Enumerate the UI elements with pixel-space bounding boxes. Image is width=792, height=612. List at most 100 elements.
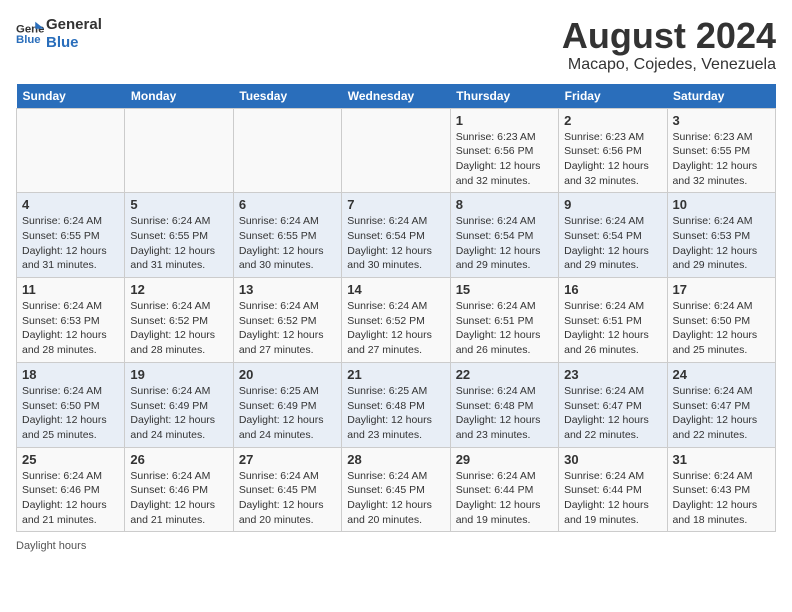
day-number: 12 [130, 282, 227, 297]
calendar-cell [125, 108, 233, 193]
logo-general: General [46, 16, 102, 34]
day-info: Sunrise: 6:24 AM Sunset: 6:50 PM Dayligh… [673, 299, 770, 358]
calendar-cell [17, 108, 125, 193]
day-header-monday: Monday [125, 84, 233, 109]
day-info: Sunrise: 6:24 AM Sunset: 6:51 PM Dayligh… [456, 299, 553, 358]
day-number: 19 [130, 367, 227, 382]
day-info: Sunrise: 6:24 AM Sunset: 6:44 PM Dayligh… [564, 469, 661, 528]
day-number: 6 [239, 197, 336, 212]
day-info: Sunrise: 6:24 AM Sunset: 6:48 PM Dayligh… [456, 384, 553, 443]
title-block: August 2024 Macapo, Cojedes, Venezuela [562, 16, 776, 74]
day-info: Sunrise: 6:24 AM Sunset: 6:54 PM Dayligh… [456, 214, 553, 273]
day-number: 3 [673, 113, 770, 128]
day-info: Sunrise: 6:23 AM Sunset: 6:56 PM Dayligh… [456, 130, 553, 189]
day-info: Sunrise: 6:24 AM Sunset: 6:51 PM Dayligh… [564, 299, 661, 358]
week-row-1: 1 Sunrise: 6:23 AM Sunset: 6:56 PM Daylig… [17, 108, 776, 193]
calendar-cell: 24Sunrise: 6:24 AM Sunset: 6:47 PM Dayli… [667, 362, 775, 447]
day-number: 1 [456, 113, 553, 128]
days-header-row: SundayMondayTuesdayWednesdayThursdayFrid… [17, 84, 776, 109]
calendar-cell: 31Sunrise: 6:24 AM Sunset: 6:43 PM Dayli… [667, 447, 775, 532]
calendar-cell [233, 108, 341, 193]
day-header-wednesday: Wednesday [342, 84, 450, 109]
day-info: Sunrise: 6:23 AM Sunset: 6:55 PM Dayligh… [673, 130, 770, 189]
day-number: 16 [564, 282, 661, 297]
calendar-cell: 13 Sunrise: 6:24 AM Sunset: 6:52 PM Dayli… [233, 278, 341, 363]
day-info: Sunrise: 6:24 AM Sunset: 6:49 PM Dayligh… [130, 384, 227, 443]
day-info: Sunrise: 6:24 AM Sunset: 6:52 PM Dayligh… [239, 299, 336, 358]
day-number: 22 [456, 367, 553, 382]
day-info: Sunrise: 6:24 AM Sunset: 6:50 PM Dayligh… [22, 384, 119, 443]
day-info: Sunrise: 6:24 AM Sunset: 6:47 PM Dayligh… [673, 384, 770, 443]
calendar-cell: 6 Sunrise: 6:24 AM Sunset: 6:55 PM Daylig… [233, 193, 341, 278]
day-info: Sunrise: 6:24 AM Sunset: 6:46 PM Dayligh… [130, 469, 227, 528]
calendar-cell: 17 Sunrise: 6:24 AM Sunset: 6:50 PM Dayli… [667, 278, 775, 363]
footer-note: Daylight hours [16, 540, 776, 552]
day-info: Sunrise: 6:24 AM Sunset: 6:45 PM Dayligh… [239, 469, 336, 528]
day-number: 25 [22, 452, 119, 467]
day-info: Sunrise: 6:24 AM Sunset: 6:55 PM Dayligh… [22, 214, 119, 273]
week-row-4: 18 Sunrise: 6:24 AM Sunset: 6:50 PM Dayli… [17, 362, 776, 447]
day-number: 20 [239, 367, 336, 382]
day-number: 18 [22, 367, 119, 382]
day-number: 17 [673, 282, 770, 297]
day-info: Sunrise: 6:24 AM Sunset: 6:52 PM Dayligh… [347, 299, 444, 358]
svg-text:Blue: Blue [16, 34, 41, 46]
day-number: 9 [564, 197, 661, 212]
calendar-cell: 28 Sunrise: 6:24 AM Sunset: 6:45 PM Dayli… [342, 447, 450, 532]
day-header-thursday: Thursday [450, 84, 558, 109]
calendar-cell: 27Sunrise: 6:24 AM Sunset: 6:45 PM Dayli… [233, 447, 341, 532]
calendar-cell: 15Sunrise: 6:24 AM Sunset: 6:51 PM Dayli… [450, 278, 558, 363]
day-number: 11 [22, 282, 119, 297]
day-header-tuesday: Tuesday [233, 84, 341, 109]
day-number: 21 [347, 367, 444, 382]
day-info: Sunrise: 6:23 AM Sunset: 6:56 PM Dayligh… [564, 130, 661, 189]
day-info: Sunrise: 6:24 AM Sunset: 6:54 PM Dayligh… [347, 214, 444, 273]
day-number: 13 [239, 282, 336, 297]
day-number: 5 [130, 197, 227, 212]
calendar-cell [342, 108, 450, 193]
week-row-2: 4Sunrise: 6:24 AM Sunset: 6:55 PM Daylig… [17, 193, 776, 278]
day-number: 7 [347, 197, 444, 212]
logo-blue: Blue [46, 34, 102, 52]
day-header-friday: Friday [559, 84, 667, 109]
calendar-cell: 4Sunrise: 6:24 AM Sunset: 6:55 PM Daylig… [17, 193, 125, 278]
calendar-cell: 19 Sunrise: 6:24 AM Sunset: 6:49 PM Dayli… [125, 362, 233, 447]
calendar-header: SundayMondayTuesdayWednesdayThursdayFrid… [17, 84, 776, 109]
day-header-saturday: Saturday [667, 84, 775, 109]
day-info: Sunrise: 6:24 AM Sunset: 6:45 PM Dayligh… [347, 469, 444, 528]
calendar-body: 1 Sunrise: 6:23 AM Sunset: 6:56 PM Daylig… [17, 108, 776, 532]
calendar-cell: 22 Sunrise: 6:24 AM Sunset: 6:48 PM Dayli… [450, 362, 558, 447]
day-info: Sunrise: 6:24 AM Sunset: 6:44 PM Dayligh… [456, 469, 553, 528]
day-number: 14 [347, 282, 444, 297]
week-row-3: 11 Sunrise: 6:24 AM Sunset: 6:53 PM Dayli… [17, 278, 776, 363]
day-info: Sunrise: 6:24 AM Sunset: 6:55 PM Dayligh… [239, 214, 336, 273]
calendar-cell: 25 Sunrise: 6:24 AM Sunset: 6:46 PM Dayli… [17, 447, 125, 532]
calendar-cell: 10Sunrise: 6:24 AM Sunset: 6:53 PM Dayli… [667, 193, 775, 278]
calendar-cell: 9 Sunrise: 6:24 AM Sunset: 6:54 PM Daylig… [559, 193, 667, 278]
logo: General Blue General Blue [16, 16, 102, 52]
day-info: Sunrise: 6:24 AM Sunset: 6:43 PM Dayligh… [673, 469, 770, 528]
calendar-cell: 11 Sunrise: 6:24 AM Sunset: 6:53 PM Dayli… [17, 278, 125, 363]
calendar-title: August 2024 [562, 16, 776, 56]
day-header-sunday: Sunday [17, 84, 125, 109]
day-info: Sunrise: 6:24 AM Sunset: 6:47 PM Dayligh… [564, 384, 661, 443]
day-number: 29 [456, 452, 553, 467]
calendar-cell: 18 Sunrise: 6:24 AM Sunset: 6:50 PM Dayli… [17, 362, 125, 447]
calendar-cell: 1 Sunrise: 6:23 AM Sunset: 6:56 PM Daylig… [450, 108, 558, 193]
logo-icon: General Blue [16, 20, 44, 48]
day-info: Sunrise: 6:24 AM Sunset: 6:53 PM Dayligh… [22, 299, 119, 358]
calendar-cell: 26Sunrise: 6:24 AM Sunset: 6:46 PM Dayli… [125, 447, 233, 532]
calendar-cell: 8Sunrise: 6:24 AM Sunset: 6:54 PM Daylig… [450, 193, 558, 278]
calendar-cell: 21Sunrise: 6:25 AM Sunset: 6:48 PM Dayli… [342, 362, 450, 447]
day-number: 10 [673, 197, 770, 212]
day-info: Sunrise: 6:24 AM Sunset: 6:46 PM Dayligh… [22, 469, 119, 528]
calendar-cell: 5 Sunrise: 6:24 AM Sunset: 6:55 PM Daylig… [125, 193, 233, 278]
page-header: General Blue General Blue August 2024 Ma… [16, 16, 776, 74]
day-info: Sunrise: 6:24 AM Sunset: 6:54 PM Dayligh… [564, 214, 661, 273]
calendar-cell: 2Sunrise: 6:23 AM Sunset: 6:56 PM Daylig… [559, 108, 667, 193]
day-number: 23 [564, 367, 661, 382]
calendar-cell: 30Sunrise: 6:24 AM Sunset: 6:44 PM Dayli… [559, 447, 667, 532]
day-info: Sunrise: 6:24 AM Sunset: 6:52 PM Dayligh… [130, 299, 227, 358]
day-number: 28 [347, 452, 444, 467]
day-info: Sunrise: 6:24 AM Sunset: 6:55 PM Dayligh… [130, 214, 227, 273]
